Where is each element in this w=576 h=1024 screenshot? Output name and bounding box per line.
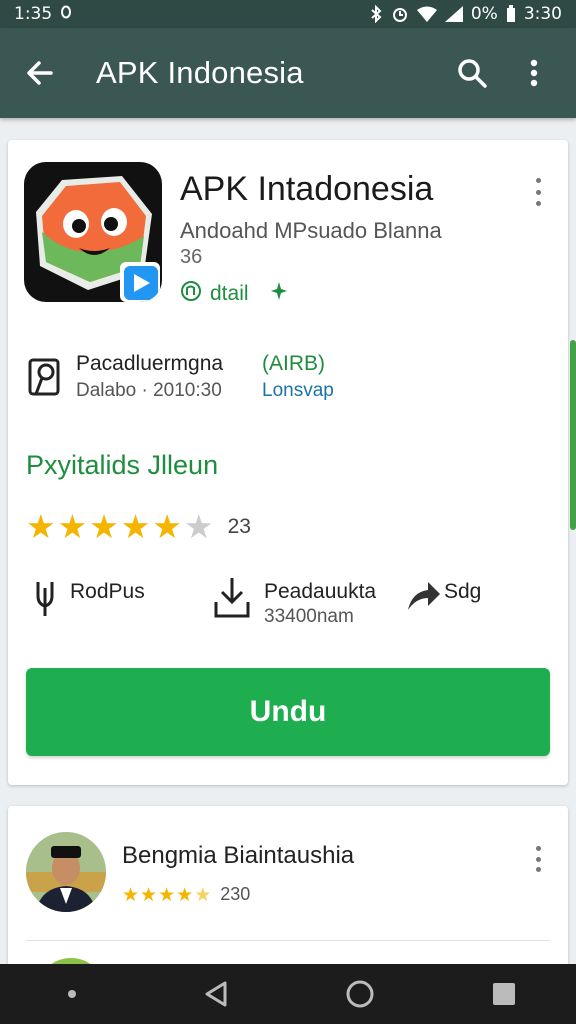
dot-icon[interactable] bbox=[42, 964, 102, 1024]
package-tag: (AIRB) bbox=[262, 352, 325, 375]
more-vert-icon[interactable] bbox=[528, 846, 548, 872]
developer-name[interactable]: Andoahd MPsuado Blanna bbox=[180, 218, 442, 244]
status-time: 1:35 bbox=[14, 4, 53, 24]
usb-icon bbox=[30, 578, 60, 623]
stat-downloads[interactable]: Peadauukta 33400nam bbox=[204, 572, 404, 632]
star-icon: ★ bbox=[176, 883, 194, 906]
install-button[interactable]: Undu bbox=[26, 668, 550, 756]
star-empty-icon: ★ bbox=[183, 507, 214, 546]
package-sub[interactable]: Lonsvap bbox=[262, 380, 334, 402]
battery-icon bbox=[506, 5, 516, 23]
search-icon[interactable] bbox=[450, 51, 494, 95]
app-mascot-icon bbox=[24, 162, 162, 302]
share-arrow-icon bbox=[406, 580, 442, 617]
review-card: Bengmia Biaintaushia ★ ★ ★ ★ ★ 230 bbox=[8, 806, 568, 976]
recents-square-icon[interactable] bbox=[474, 964, 534, 1024]
avatar[interactable] bbox=[26, 832, 106, 912]
more-vert-icon[interactable] bbox=[528, 178, 548, 206]
detail-label: dtail bbox=[210, 282, 249, 305]
stat-share[interactable]: Sdg bbox=[400, 572, 550, 632]
bluetooth-icon bbox=[369, 5, 383, 23]
status-bar: 1:35 0% 3:30 bbox=[0, 0, 576, 28]
signal-icon bbox=[444, 6, 463, 22]
stat-sub: 33400nam bbox=[264, 606, 354, 627]
section-title: Pxyitalids Jlleun bbox=[26, 450, 219, 480]
review-count: 230 bbox=[220, 884, 251, 904]
star-icon: ★ bbox=[89, 507, 119, 546]
alarm-icon bbox=[391, 5, 409, 23]
stat-permissions[interactable]: RodPus bbox=[26, 572, 196, 632]
package-location-icon bbox=[26, 354, 66, 403]
status-clock-right: 3:30 bbox=[523, 4, 562, 24]
app-bar: APK Indonesia bbox=[0, 28, 576, 118]
stat-label: Peadauukta bbox=[264, 580, 377, 603]
app-name: APK Intadonesia bbox=[180, 170, 434, 208]
star-icon: ★ bbox=[152, 507, 182, 546]
package-info: Pacadluermgna Dalabo · 2010:30 (AIRB) Lo… bbox=[26, 348, 546, 408]
rating-row: ★ ★ ★ ★ ★ ★ 23 bbox=[26, 510, 251, 544]
scrollbar[interactable] bbox=[570, 340, 576, 530]
reviewer-name: Bengmia Biaintaushia bbox=[122, 842, 355, 869]
star-icon: ★ bbox=[120, 507, 151, 546]
editor-badge-icon bbox=[180, 280, 202, 308]
star-icon: ★ bbox=[140, 883, 158, 906]
home-circle-icon[interactable] bbox=[330, 964, 390, 1024]
star-icon: ★ bbox=[158, 883, 176, 906]
stat-label: RodPus bbox=[70, 580, 145, 603]
battery-text: 0% bbox=[470, 4, 498, 24]
star-icon: ★ bbox=[122, 883, 140, 906]
arrow-back-icon[interactable] bbox=[20, 53, 60, 93]
back-triangle-icon[interactable] bbox=[186, 964, 246, 1024]
notification-icon bbox=[60, 4, 72, 24]
star-icon: ★ bbox=[194, 883, 212, 906]
wifi-icon bbox=[416, 6, 437, 22]
download-icon bbox=[212, 576, 252, 625]
divider bbox=[26, 940, 550, 941]
package-name: Pacadluermgna bbox=[76, 352, 224, 375]
star-icon: ★ bbox=[57, 507, 88, 546]
rating-count: 23 bbox=[227, 515, 251, 538]
more-vert-icon[interactable] bbox=[512, 51, 556, 95]
sparkle-icon bbox=[270, 282, 287, 306]
page-title: APK Indonesia bbox=[96, 55, 304, 90]
review-rating: ★ ★ ★ ★ ★ 230 bbox=[122, 884, 250, 905]
app-details-card: APK Intadonesia Andoahd MPsuado Blanna 3… bbox=[8, 140, 568, 785]
star-icon: ★ bbox=[26, 507, 56, 546]
detail-link[interactable]: dtail bbox=[180, 280, 287, 308]
developer-number: 36 bbox=[180, 246, 203, 268]
system-nav-bar bbox=[0, 964, 576, 1024]
package-date: Dalabo · 2010:30 bbox=[76, 380, 222, 401]
stat-label: Sdg bbox=[444, 580, 482, 603]
